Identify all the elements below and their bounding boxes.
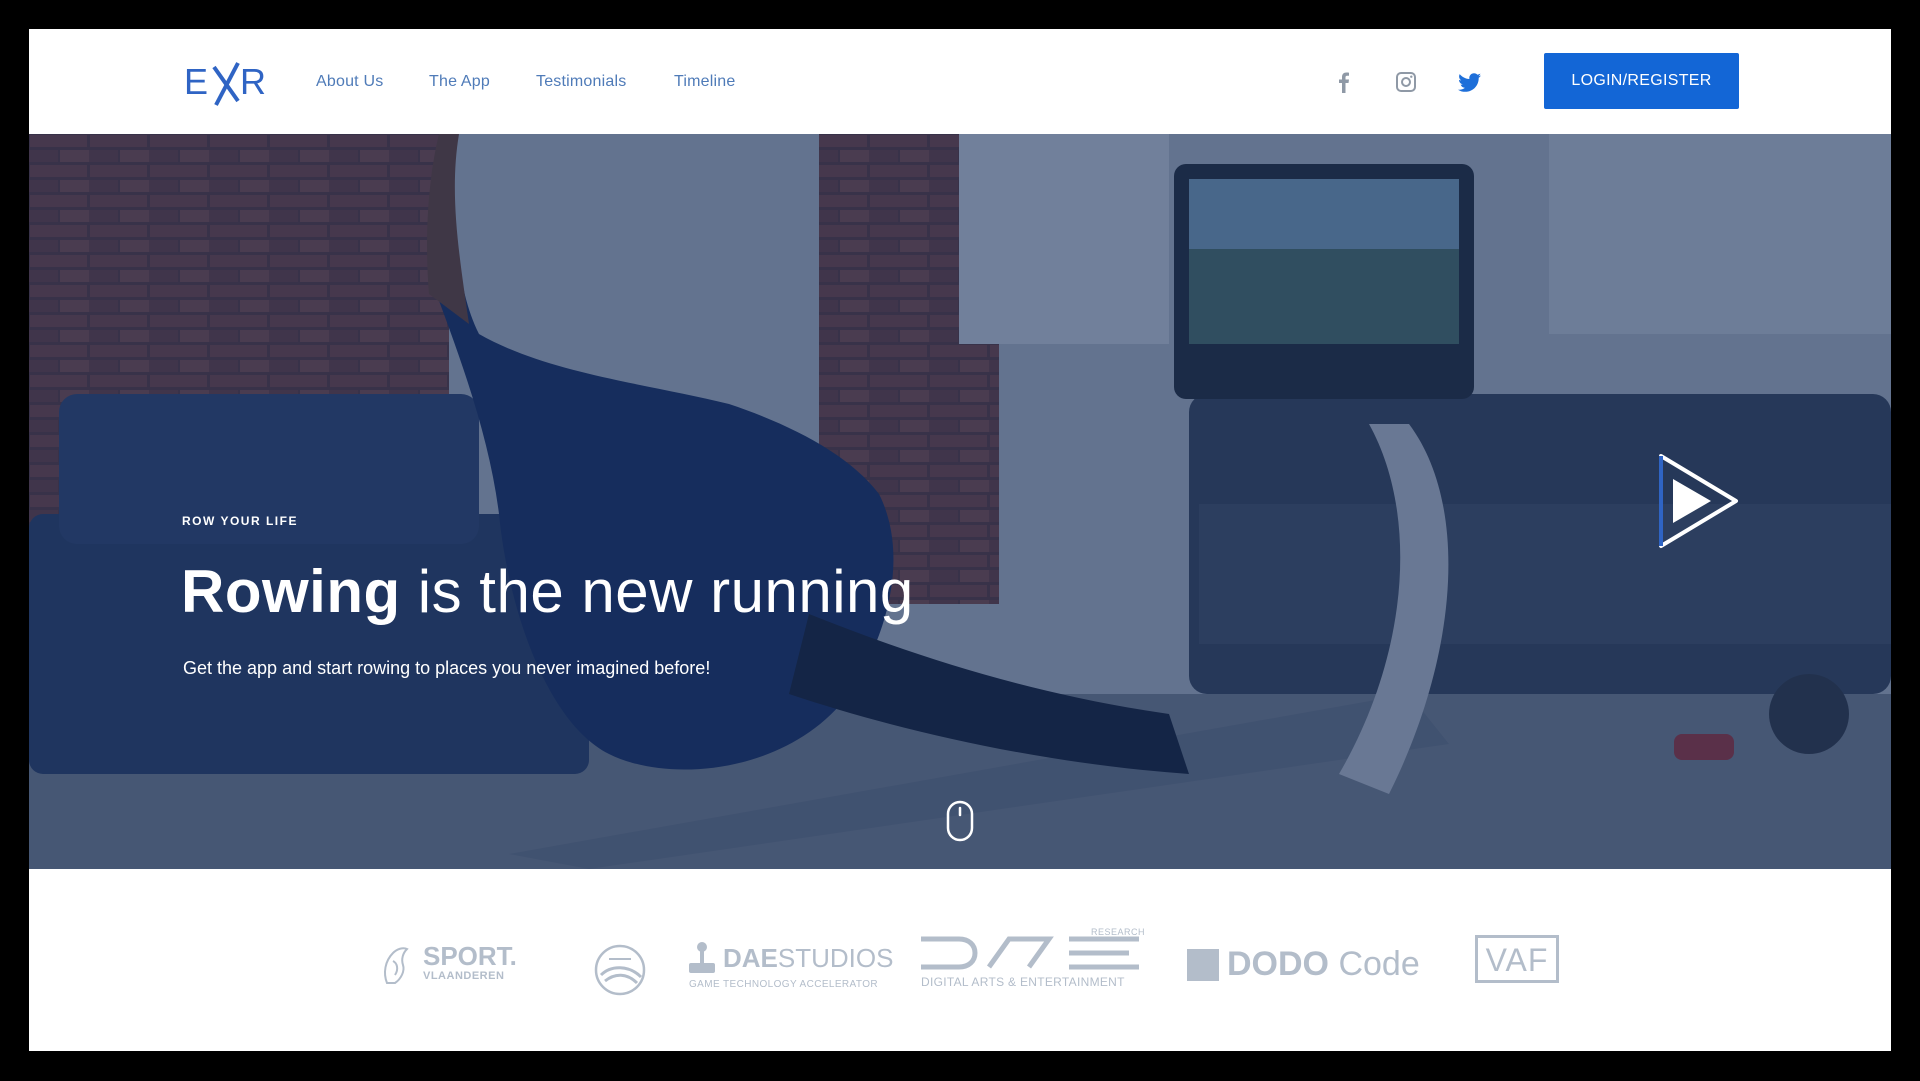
partner-logos: SPORT. VLAANDEREN DAESTUDIOS GAME TECHNO… <box>29 869 1891 1051</box>
dodo-square-icon <box>1187 949 1219 981</box>
logo-letter-e: E <box>184 61 208 102</box>
hero-overlay <box>29 134 1891 869</box>
dae-studios-rest: STUDIOS <box>777 943 894 973</box>
partner-dae-research[interactable]: RESEARCH DIGITAL ARTS & ENTERTAINMENT <box>919 927 1149 997</box>
exr-logo[interactable]: E R <box>182 49 277 111</box>
partner-sport-vlaanderen[interactable]: SPORT. VLAANDEREN <box>379 941 559 989</box>
dodo-wordmark: DODO Code <box>1227 945 1420 984</box>
logo-letter-r: R <box>240 61 266 102</box>
joystick-icon <box>689 942 715 973</box>
partner-vaf[interactable]: VAF <box>1475 935 1565 987</box>
hero-subtext: Get the app and start rowing to places y… <box>183 658 711 678</box>
emblem-icon <box>594 944 646 996</box>
nav-about-us[interactable]: About Us <box>316 73 383 91</box>
top-navbar: E R About Us The App Testimonials Timeli… <box>29 29 1891 135</box>
partner-dodo-code[interactable]: DODO Code <box>1187 943 1437 987</box>
nav-timeline[interactable]: Timeline <box>674 73 735 91</box>
dae-research-mark <box>921 936 1139 970</box>
play-icon[interactable] <box>1651 451 1741 551</box>
dae-studios-bold: DAE <box>723 943 778 973</box>
nav-the-app[interactable]: The App <box>429 73 490 91</box>
instagram-icon[interactable] <box>1393 69 1419 95</box>
sport-line2: VLAANDEREN <box>423 970 505 982</box>
page: E R About Us The App Testimonials Timeli… <box>29 29 1891 1051</box>
dae-research-sub: DIGITAL ARTS & ENTERTAINMENT <box>921 975 1125 989</box>
dae-research-top: RESEARCH <box>1091 927 1146 937</box>
login-register-button[interactable]: LOGIN/REGISTER <box>1544 53 1739 109</box>
mouse-scroll-icon[interactable] <box>946 800 974 842</box>
headline-strong: Rowing <box>181 558 401 625</box>
lion-icon <box>384 947 409 984</box>
hero-eyebrow: ROW YOUR LIFE <box>182 514 298 528</box>
hero-section: ROW YOUR LIFE Rowing is the new running … <box>29 134 1891 869</box>
dodo-rest: Code <box>1329 945 1420 983</box>
dae-studios-wordmark: DAESTUDIOS <box>723 943 893 974</box>
dae-studios-sub: GAME TECHNOLOGY ACCELERATOR <box>689 979 878 990</box>
vaf-wordmark: VAF <box>1475 935 1559 983</box>
partner-emblem[interactable] <box>591 941 649 999</box>
hero-headline: Rowing is the new running <box>181 557 914 626</box>
dodo-bold: DODO <box>1227 945 1329 983</box>
facebook-icon[interactable] <box>1331 69 1357 95</box>
nav-testimonials[interactable]: Testimonials <box>536 73 626 91</box>
sport-line1: SPORT. <box>423 941 517 971</box>
headline-rest: is the new running <box>400 558 914 625</box>
partner-dae-studios[interactable]: DAESTUDIOS GAME TECHNOLOGY ACCELERATOR <box>687 939 893 995</box>
twitter-icon[interactable] <box>1457 69 1483 95</box>
